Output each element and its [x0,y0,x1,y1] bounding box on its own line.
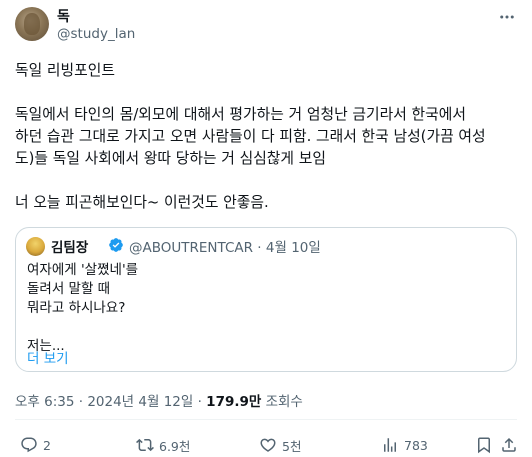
show-more-link[interactable]: 더 보기 [27,347,69,367]
view-count: 783 [404,437,428,453]
more-options-icon[interactable] [496,8,518,28]
retweet-icon [136,438,154,452]
retweet-count: 6.9천 [159,438,191,454]
post-meta: 오후 6:35 · 2024년 4월 12일 · 179.9만 조회수 [15,390,303,410]
author-avatar[interactable] [15,7,49,41]
verified-badge-icon [109,238,123,252]
heart-icon [260,438,276,452]
author-name[interactable]: 독 [57,6,70,26]
like-count: 5천 [282,438,302,454]
quoted-post[interactable]: 김팀장 @ABOUTRENTCAR · 4월 10일 여자에게 '살쪘네'를 돌… [15,227,517,372]
bar-chart-icon [384,438,396,452]
views-label: 조회수 [261,394,303,410]
views-button[interactable]: 783 [381,436,428,454]
views-count: 179.9만 [206,394,262,410]
bookmark-icon [478,437,490,454]
divider [15,419,517,420]
reply-count: 2 [43,437,51,453]
share-icon [502,437,516,452]
author-handle[interactable]: @study_lan [57,26,135,42]
quoted-author-name: 김팀장 [51,240,89,256]
retweet-button[interactable]: 6.9천 [136,436,190,454]
reply-icon [21,437,37,453]
reply-button[interactable]: 2 [20,436,51,454]
bookmark-button[interactable] [475,436,493,454]
post-text: 독일 리빙포인트 독일에서 타인의 몸/외모에 대해서 평가하는 거 엄청난 금… [15,62,486,211]
post-timestamp[interactable]: 오후 6:35 · 2024년 4월 12일 · [15,394,206,410]
quoted-author-handle-date: @ABOUTRENTCAR · 4월 10일 [129,240,321,256]
action-bar: 2 6.9천 5천 783 [0,436,532,454]
quoted-post-text: 여자에게 '살쪘네'를 돌려서 말할 때 뭐라고 하시나요? 저는... [27,262,139,354]
quoted-author-avatar [26,237,45,256]
like-button[interactable]: 5천 [259,436,301,454]
share-button[interactable] [500,436,518,454]
